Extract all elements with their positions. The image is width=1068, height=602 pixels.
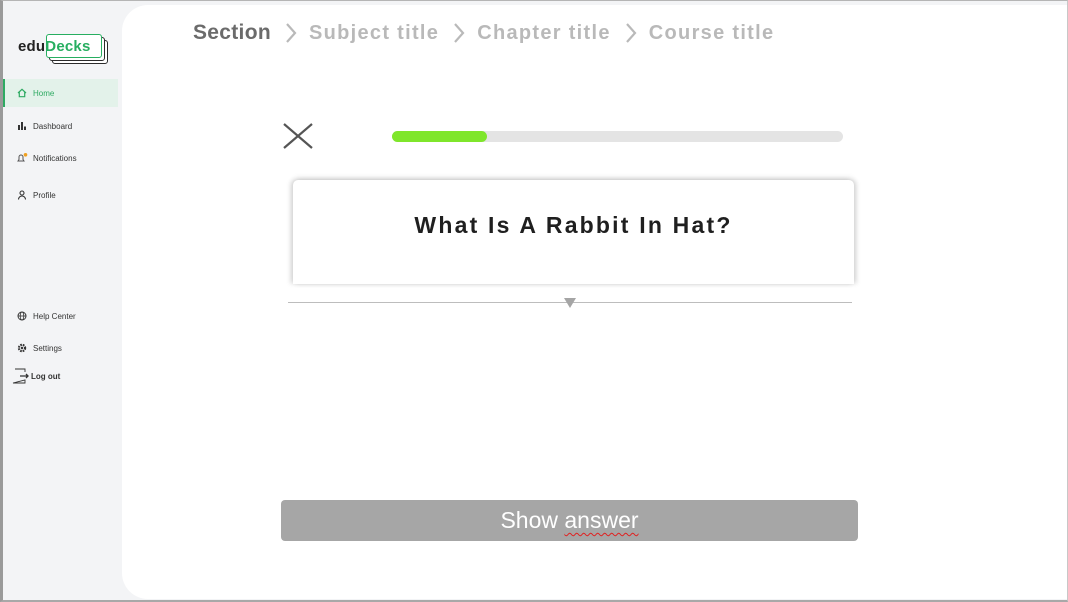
bar-chart-icon [16,120,28,132]
logo-wordmark: eduDecks [18,38,90,55]
user-icon [16,189,28,201]
progress-fill [392,131,487,142]
sidebar-item-label: Home [33,88,55,98]
sidebar-item-logout[interactable]: Log out [3,362,118,390]
triangle-down-icon [564,298,576,308]
logout-icon [12,368,30,384]
chevron-right-icon [286,23,297,43]
gear-icon [16,342,28,354]
progress-bar [392,131,843,142]
breadcrumb-chapter[interactable]: Chapter title [477,22,611,45]
show-answer-label: Show answer [500,507,639,533]
bell-icon [16,152,28,164]
question-text: What Is A Rabbit In Hat? [414,212,733,238]
sidebar-item-help-center[interactable]: Help Center [3,302,118,330]
chevron-right-icon [625,23,637,43]
home-icon [16,87,28,99]
globe-icon [16,310,28,322]
sidebar-item-label: Log out [31,371,61,381]
breadcrumb-subject[interactable]: Subject title [309,22,439,45]
sidebar-item-label: Help Center [33,311,76,321]
sidebar-item-home[interactable]: Home [3,79,118,107]
close-icon [283,123,313,149]
sidebar-item-notifications[interactable]: Notifications [3,144,118,172]
sidebar-item-label: Dashboard [33,121,73,131]
main-panel: Section Subject title Chapter title Cour… [122,5,1067,599]
app-window: eduDecks Home Dashboard Notifications Pr [0,0,1068,602]
flashcard[interactable]: What Is A Rabbit In Hat? [293,180,854,284]
close-button[interactable] [282,122,314,150]
edudecks-logo[interactable]: eduDecks [18,31,110,67]
show-answer-button[interactable]: Show answer [281,500,858,541]
chevron-right-icon [454,23,465,43]
logo-text-edu: edu [18,38,46,55]
breadcrumb: Section Subject title Chapter title Cour… [193,21,774,45]
breadcrumb-section[interactable]: Section [193,21,271,45]
sidebar-item-settings[interactable]: Settings [3,334,118,362]
sidebar-item-label: Notifications [33,153,77,163]
sidebar-item-label: Settings [33,343,62,353]
breadcrumb-course[interactable]: Course title [649,22,775,45]
logo-text-decks: Decks [45,38,91,55]
sidebar-item-profile[interactable]: Profile [3,181,118,209]
sidebar-item-dashboard[interactable]: Dashboard [3,112,118,140]
sidebar: eduDecks Home Dashboard Notifications Pr [3,1,121,600]
sidebar-item-label: Profile [33,190,56,200]
